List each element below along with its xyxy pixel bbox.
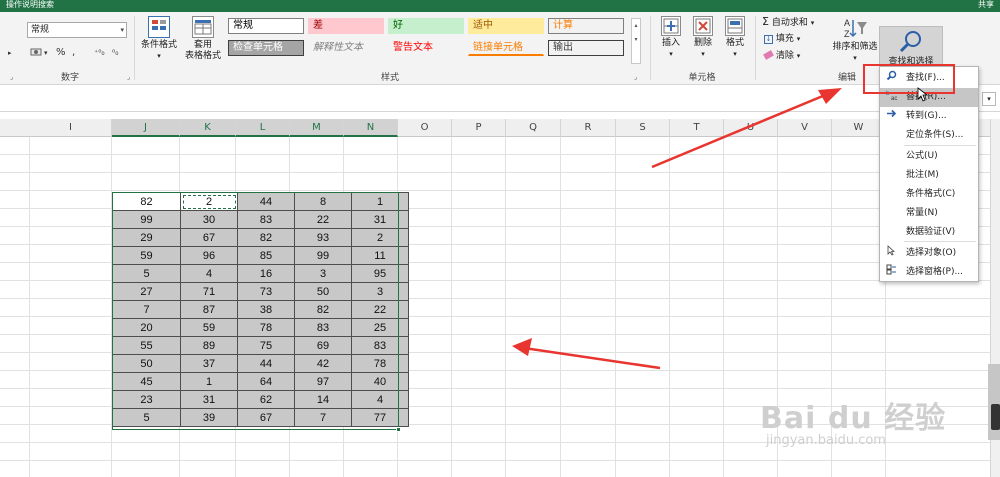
cursor-icon	[917, 87, 929, 102]
watermark-text: Bai du 经验	[760, 401, 947, 436]
watermark: Bai du 经验 jingyan.baidu.com	[760, 393, 947, 448]
arrow-to-table	[512, 338, 661, 370]
excel-window: 操作说明搜索 共享 常规 ▾ ▸ ▾ % , ⁺⁰₀ ⁰₀ 数字 ⌟ ⌟ 条件格…	[0, 0, 1000, 477]
watermark-url: jingyan.baidu.com	[766, 433, 886, 448]
arrow-to-find-menu	[651, 88, 842, 169]
